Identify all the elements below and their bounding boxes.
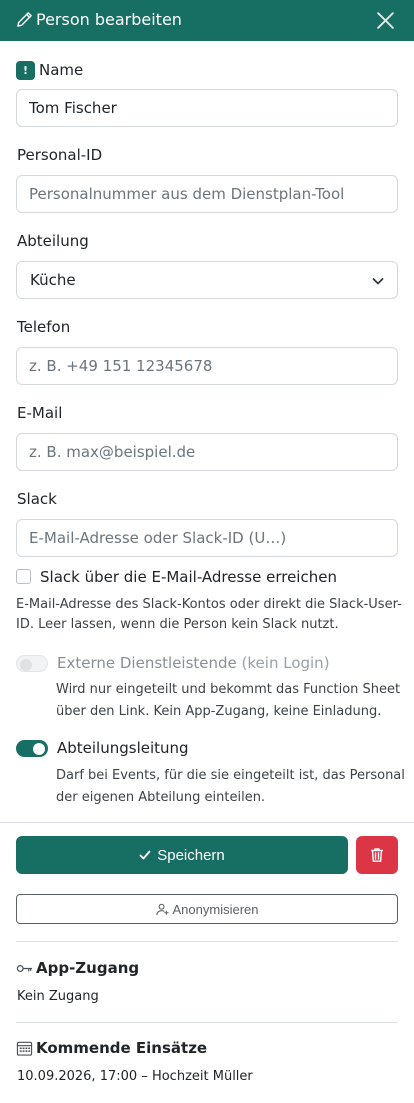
slack-email-checkbox[interactable] bbox=[16, 569, 31, 584]
delete-button[interactable] bbox=[356, 836, 398, 874]
department-lead-toggle[interactable] bbox=[16, 740, 48, 757]
external-provider-help-line-1: Wird nur eingeteilt und bekommt das Func… bbox=[56, 682, 401, 697]
trash-icon bbox=[371, 848, 383, 862]
anonymize-button[interactable]: Anonymisieren bbox=[16, 894, 398, 924]
department-lead-help-line-2: der eigenen Abteilung einteilen. bbox=[56, 790, 266, 805]
check-icon bbox=[139, 850, 151, 860]
department-select[interactable]: Küche bbox=[16, 261, 398, 299]
save-button[interactable]: Speichern bbox=[16, 836, 348, 874]
assignment-datetime: 10.09.2026, 17:00 bbox=[17, 1069, 138, 1084]
personal-id-label: Personal-ID bbox=[17, 146, 103, 164]
phone-label: Telefon bbox=[17, 318, 71, 336]
phone-input[interactable] bbox=[16, 347, 398, 385]
name-label: Name bbox=[39, 61, 84, 79]
close-icon[interactable] bbox=[375, 10, 396, 31]
upcoming-assignments-title: Kommende Einsätze bbox=[36, 1039, 208, 1057]
department-label: Abteilung bbox=[17, 232, 89, 250]
section-divider bbox=[16, 1022, 398, 1023]
email-label: E-Mail bbox=[17, 404, 63, 422]
app-access-title: App-Zugang bbox=[36, 959, 140, 977]
pencil-icon bbox=[17, 12, 32, 27]
assignment-separator: – bbox=[141, 1069, 148, 1084]
name-input[interactable] bbox=[16, 89, 398, 127]
anonymize-button-label: Anonymisieren bbox=[172, 901, 259, 917]
app-access-status: Kein Zugang bbox=[17, 989, 99, 1004]
footer-divider bbox=[0, 822, 414, 823]
slack-input[interactable] bbox=[16, 519, 398, 557]
assignment-event-name: Hochzeit Müller bbox=[151, 1069, 253, 1084]
external-provider-label-text: Externe Dienstleistende bbox=[57, 654, 237, 672]
toggle-knob bbox=[33, 742, 45, 755]
slack-label: Slack bbox=[17, 490, 57, 508]
key-icon bbox=[16, 965, 33, 972]
dialog-header: Person bearbeiten bbox=[0, 0, 414, 41]
save-button-label: Speichern bbox=[157, 846, 225, 864]
external-provider-toggle[interactable] bbox=[16, 655, 48, 672]
slack-email-checkbox-label[interactable]: Slack über die E-Mail-Adresse erreichen bbox=[40, 567, 337, 587]
external-provider-help-line-2: über den Link. Kein App-Zugang, keine Ei… bbox=[56, 704, 382, 719]
external-provider-label: Externe Dienstleistende (kein Login) bbox=[57, 653, 330, 673]
department-select-value: Küche bbox=[30, 271, 76, 289]
section-divider bbox=[16, 941, 398, 942]
person-icon bbox=[155, 903, 169, 915]
list-item[interactable]: 10.09.2026, 17:00 – Hochzeit Müller bbox=[17, 1068, 253, 1086]
slack-help-line-2: ID. Leer lassen, wenn die Person kein Sl… bbox=[16, 617, 339, 632]
slack-help-line-1: E-Mail-Adresse des Slack-Kontos oder dir… bbox=[16, 597, 402, 612]
required-badge: ! bbox=[16, 61, 35, 80]
chevron-down-icon bbox=[372, 278, 384, 285]
department-lead-help-line-1: Darf bei Events, für die sie eingeteilt … bbox=[56, 768, 405, 783]
dialog-title: Person bearbeiten bbox=[36, 10, 182, 29]
external-provider-label-suffix: (kein Login) bbox=[241, 654, 330, 672]
email-input[interactable] bbox=[16, 433, 398, 471]
toggle-knob bbox=[20, 658, 32, 671]
personal-id-input[interactable] bbox=[16, 175, 398, 213]
calendar-icon bbox=[16, 1041, 33, 1056]
department-lead-label: Abteilungsleitung bbox=[57, 739, 189, 757]
